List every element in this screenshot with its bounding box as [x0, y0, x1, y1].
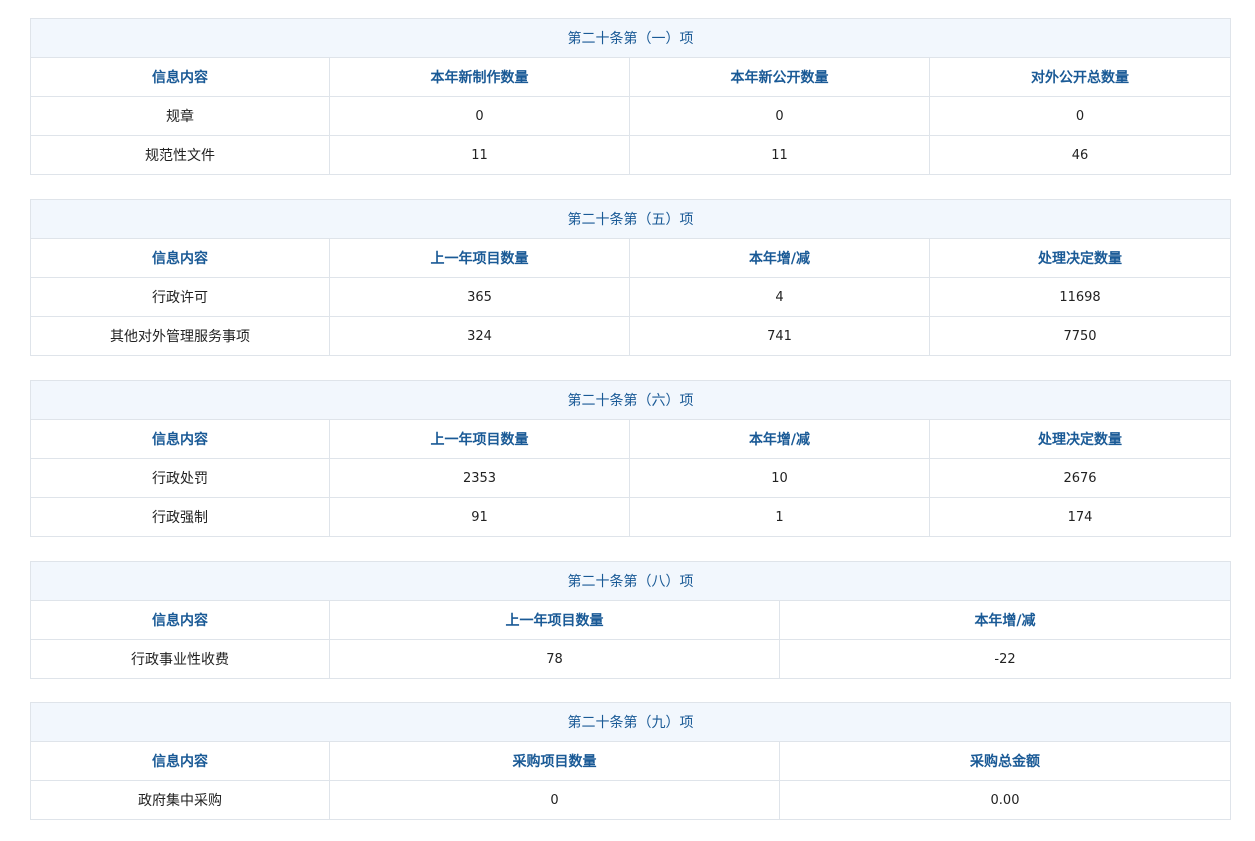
table-cell: 1: [629, 497, 930, 537]
table-cell: 46: [929, 135, 1231, 175]
table-cell: 174: [929, 497, 1231, 537]
row-label: 规范性文件: [30, 135, 330, 175]
column-header: 对外公开总数量: [929, 57, 1231, 97]
column-header: 上一年项目数量: [329, 419, 630, 459]
info-table: 第二十条第（五）项 信息内容 上一年项目数量 本年增/减 处理决定数量 行政许可…: [30, 199, 1231, 356]
column-header: 本年增/减: [629, 238, 930, 278]
column-header-content: 信息内容: [30, 600, 330, 640]
table-cell: 0: [329, 96, 630, 136]
table-article20-item8: 第二十条第（八）项 信息内容 上一年项目数量 本年增/减 行政事业性收费 78 …: [29, 561, 1232, 679]
column-header: 上一年项目数量: [329, 600, 780, 640]
table-cell: 741: [629, 316, 930, 356]
table-cell: 91: [329, 497, 630, 537]
table-article20-item1: 第二十条第（一）项 信息内容 本年新制作数量 本年新公开数量 对外公开总数量 规…: [30, 18, 1231, 175]
table-article20-item9: 第二十条第（九）项 信息内容 采购项目数量 采购总金额 政府集中采购 0 0.0…: [29, 702, 1232, 820]
table-article20-item6: 第二十条第（六）项 信息内容 上一年项目数量 本年增/减 处理决定数量 行政处罚…: [30, 380, 1231, 537]
table-cell: 78: [329, 639, 780, 679]
header-row: 信息内容 上一年项目数量 本年增/减: [30, 600, 1232, 640]
column-header: 采购项目数量: [329, 741, 780, 781]
table-cell: 0: [929, 96, 1231, 136]
table-row: 行政处罚 2353 10 2676: [30, 458, 1231, 498]
row-label: 行政处罚: [30, 458, 330, 498]
row-label: 行政许可: [30, 277, 330, 317]
info-table: 第二十条第（一）项 信息内容 本年新制作数量 本年新公开数量 对外公开总数量 规…: [30, 18, 1231, 175]
table-row: 规章 0 0 0: [30, 96, 1231, 136]
table-cell: -22: [778, 639, 1232, 679]
header-row: 信息内容 上一年项目数量 本年增/减 处理决定数量: [30, 419, 1231, 459]
info-table: 第二十条第（八）项 信息内容 上一年项目数量 本年增/减 行政事业性收费 78 …: [29, 561, 1232, 679]
table-row: 行政事业性收费 78 -22: [30, 639, 1232, 679]
table-cell: 11: [629, 135, 930, 175]
info-table: 第二十条第（九）项 信息内容 采购项目数量 采购总金额 政府集中采购 0 0.0…: [29, 702, 1232, 820]
header-row: 信息内容 本年新制作数量 本年新公开数量 对外公开总数量: [30, 57, 1231, 97]
column-header: 本年新制作数量: [329, 57, 630, 97]
table-article20-item5: 第二十条第（五）项 信息内容 上一年项目数量 本年增/减 处理决定数量 行政许可…: [30, 199, 1231, 356]
column-header-content: 信息内容: [30, 57, 330, 97]
table-cell: 365: [329, 277, 630, 317]
table-row: 规范性文件 11 11 46: [30, 135, 1231, 175]
row-label: 其他对外管理服务事项: [30, 316, 330, 356]
table-cell: 0: [329, 780, 780, 820]
header-row: 信息内容 采购项目数量 采购总金额: [30, 741, 1232, 781]
row-label: 行政强制: [30, 497, 330, 537]
table-row: 行政许可 365 4 11698: [30, 277, 1231, 317]
table-cell: 324: [329, 316, 630, 356]
page: 第二十条第（一）项 信息内容 本年新制作数量 本年新公开数量 对外公开总数量 规…: [0, 0, 1255, 841]
table-cell: 2353: [329, 458, 630, 498]
column-header-content: 信息内容: [30, 238, 330, 278]
column-header: 本年增/减: [778, 600, 1232, 640]
table-cell: 11698: [929, 277, 1231, 317]
table-cell: 0.00: [778, 780, 1232, 820]
column-header-content: 信息内容: [30, 419, 330, 459]
table-row: 行政强制 91 1 174: [30, 497, 1231, 537]
column-header: 处理决定数量: [929, 419, 1231, 459]
section-title: 第二十条第（九）项: [29, 702, 1232, 742]
table-cell: 2676: [929, 458, 1231, 498]
header-row: 信息内容 上一年项目数量 本年增/减 处理决定数量: [30, 238, 1231, 278]
table-row: 政府集中采购 0 0.00: [30, 780, 1232, 820]
column-header: 本年增/减: [629, 419, 930, 459]
section-title: 第二十条第（一）项: [30, 18, 1231, 58]
column-header: 采购总金额: [778, 741, 1232, 781]
section-title: 第二十条第（六）项: [30, 380, 1231, 420]
table-row: 其他对外管理服务事项 324 741 7750: [30, 316, 1231, 356]
row-label: 政府集中采购: [30, 780, 330, 820]
column-header: 上一年项目数量: [329, 238, 630, 278]
table-cell: 4: [629, 277, 930, 317]
section-title: 第二十条第（八）项: [29, 561, 1232, 601]
section-title: 第二十条第（五）项: [30, 199, 1231, 239]
column-header-content: 信息内容: [30, 741, 330, 781]
table-cell: 0: [629, 96, 930, 136]
info-table: 第二十条第（六）项 信息内容 上一年项目数量 本年增/减 处理决定数量 行政处罚…: [30, 380, 1231, 537]
column-header: 本年新公开数量: [629, 57, 930, 97]
column-header: 处理决定数量: [929, 238, 1231, 278]
table-cell: 10: [629, 458, 930, 498]
table-cell: 11: [329, 135, 630, 175]
table-cell: 7750: [929, 316, 1231, 356]
row-label: 行政事业性收费: [30, 639, 330, 679]
row-label: 规章: [30, 96, 330, 136]
